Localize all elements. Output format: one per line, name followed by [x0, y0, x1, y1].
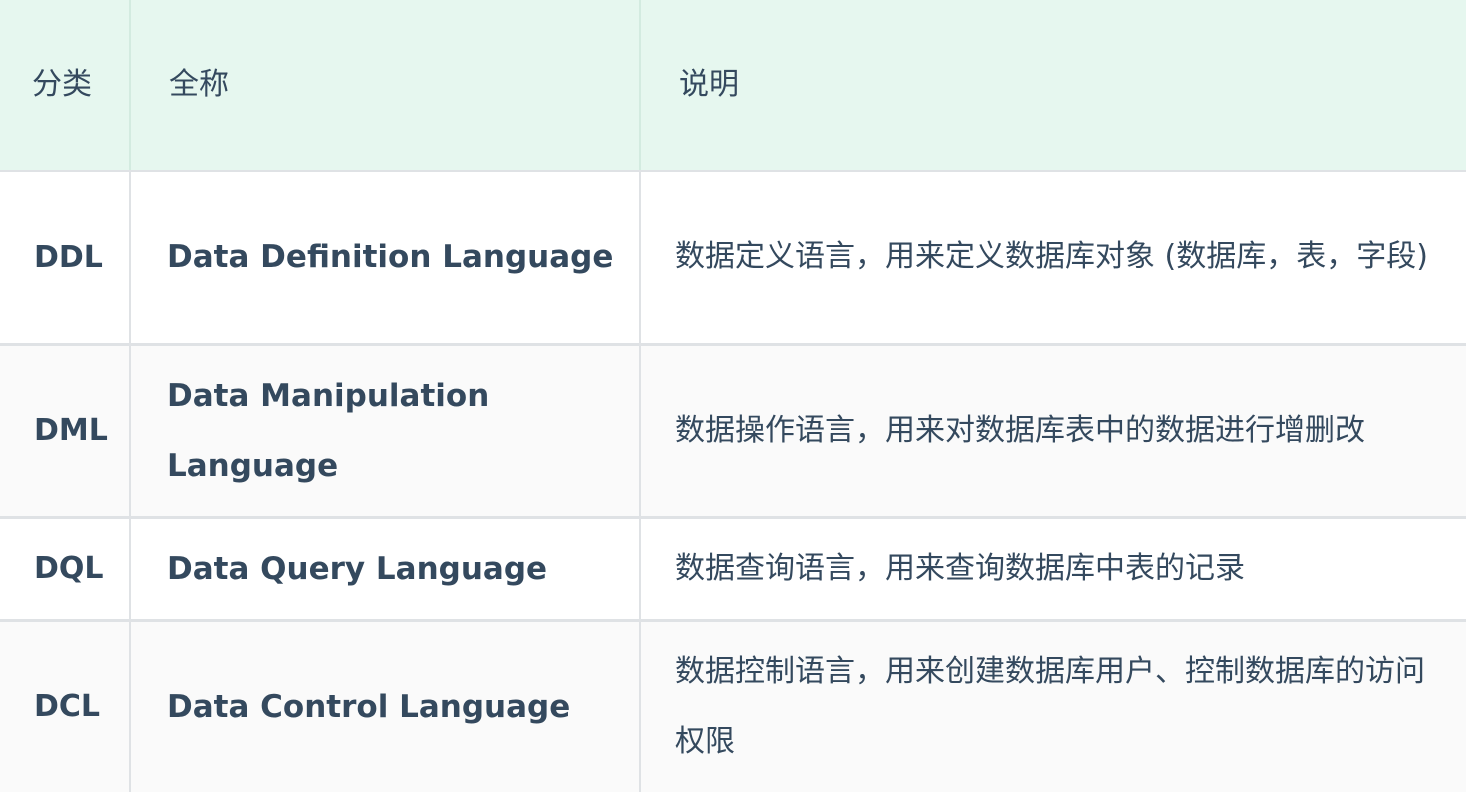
row-full-name: Data Manipulation Language: [130, 344, 641, 519]
table-header: 分类 全称 说明: [0, 0, 1466, 172]
table-row-dcl: DCL Data Control Language 数据控制语言，用来创建数据库…: [0, 620, 1466, 792]
row-description: 数据控制语言，用来创建数据库用户、控制数据库的访问权限: [640, 620, 1466, 792]
row-abbr: DCL: [0, 620, 131, 792]
table-row-dml: DML Data Manipulation Language 数据操作语言，用来…: [0, 344, 1466, 519]
row-description: 数据定义语言，用来定义数据库对象 (数据库，表，字段): [640, 171, 1466, 346]
row-description: 数据查询语言，用来查询数据库中表的记录: [640, 517, 1466, 622]
sql-category-table: 分类 全称 说明 DDL Data Definition Language 数据…: [0, 0, 1466, 792]
table-row-ddl: DDL Data Definition Language 数据定义语言，用来定义…: [0, 171, 1466, 346]
row-abbr: DML: [0, 344, 131, 519]
row-abbr: DDL: [0, 171, 131, 346]
row-full-name: Data Query Language: [130, 517, 641, 622]
header-full-name: 全称: [130, 0, 641, 172]
row-description: 数据操作语言，用来对数据库表中的数据进行增删改: [640, 344, 1466, 519]
row-abbr: DQL: [0, 517, 131, 622]
table-body: DDL Data Definition Language 数据定义语言，用来定义…: [0, 171, 1466, 792]
table-row-dql: DQL Data Query Language 数据查询语言，用来查询数据库中表…: [0, 517, 1466, 622]
row-full-name: Data Definition Language: [130, 171, 641, 346]
header-description: 说明: [640, 0, 1466, 172]
header-category: 分类: [0, 0, 131, 172]
row-full-name: Data Control Language: [130, 620, 641, 792]
header-row: 分类 全称 说明: [0, 0, 1466, 172]
